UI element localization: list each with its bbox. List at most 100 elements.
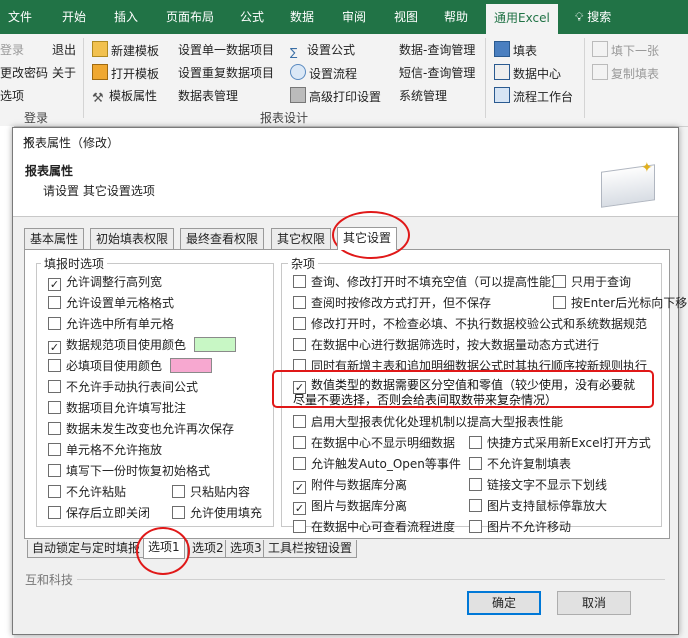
fill-form-button[interactable]: 填表 [494,41,537,59]
misc-option[interactable]: 查询、修改打开时不填充空值（可以提高性能） [293,274,563,290]
login-button[interactable]: 登录 [0,41,24,58]
checkbox[interactable] [48,401,61,414]
fill-option[interactable]: 必填项目使用颜色 [48,358,213,374]
fill-option[interactable]: ✓ 数据规范项目使用颜色 [48,337,237,354]
checkbox[interactable] [469,520,482,533]
misc-option[interactable]: 修改打开时，不检查必填、不执行数据校验公式和系统数据规范 [293,316,647,332]
checkbox[interactable]: ✓ [48,278,61,291]
open-template-button[interactable]: 打开模板 [92,64,159,82]
tab-toolbar-buttons[interactable]: 工具栏按钮设置 [263,540,358,558]
tab-file[interactable]: 文件 [8,0,32,34]
checkbox[interactable] [293,520,306,533]
tab-other-permission[interactable]: 其它权限 [271,228,332,249]
checkbox[interactable] [469,436,482,449]
tab-page-layout[interactable]: 页面布局 [166,0,214,34]
checkbox[interactable] [293,296,306,309]
set-flow-button[interactable]: 设置流程 [290,64,357,82]
checkbox[interactable] [172,485,185,498]
fill-option[interactable]: 数据项目允许填写批注 [48,400,186,416]
misc-option[interactable]: 按Enter后光标向下移动 [553,295,688,311]
tab-data[interactable]: 数据 [290,0,314,34]
tab-view[interactable]: 视图 [394,0,418,34]
misc-option[interactable]: 快捷方式采用新Excel打开方式 [469,435,651,451]
tab-option1[interactable]: 选项1 [143,539,185,559]
checkbox[interactable] [469,457,482,470]
cancel-button[interactable]: 取消 [557,591,631,615]
fill-option[interactable]: 单元格不允许拖放 [48,442,162,458]
misc-option[interactable]: ✓ 图片与数据库分离 [293,498,407,515]
checkbox[interactable] [293,275,306,288]
template-properties-button[interactable]: ⚒ 模板属性 [92,87,157,106]
system-manage-button[interactable]: 系统管理 [399,87,447,104]
tab-formulas[interactable]: 公式 [240,0,264,34]
checkbox[interactable] [172,506,185,519]
copy-fill-button[interactable]: 复制填表 [592,64,659,82]
tab-option2[interactable]: 选项2 [187,540,229,558]
checkbox[interactable] [48,380,61,393]
misc-option[interactable]: 不允许复制填表 [469,456,571,472]
ok-button[interactable]: 确定 [467,591,541,615]
checkbox[interactable] [48,464,61,477]
fill-option[interactable]: 数据未发生改变也允许再次保存 [48,421,234,437]
fill-option[interactable]: 允许使用填充 [172,505,262,521]
fill-option[interactable]: 不允许手动执行表间公式 [48,379,198,395]
fill-next-button[interactable]: 填下一张 [592,41,659,59]
tab-insert[interactable]: 插入 [114,0,138,34]
data-query-manage-button[interactable]: 数据-查询管理 [399,41,475,58]
data-center-button[interactable]: 数据中心 [494,64,561,82]
checkbox[interactable] [553,275,566,288]
checkbox[interactable] [553,296,566,309]
close-icon[interactable]: ✕ [23,134,33,148]
workflow-bench-button[interactable]: 流程工作台 [494,87,573,105]
sms-query-manage-button[interactable]: 短信-查询管理 [399,64,475,81]
checkbox[interactable] [48,443,61,456]
tab-help[interactable]: 帮助 [444,0,468,34]
checkbox[interactable] [293,317,306,330]
set-formula-button[interactable]: ∑ 设置公式 [290,41,355,60]
tab-initial-fill-permission[interactable]: 初始填表权限 [90,228,175,249]
fill-option[interactable]: 只粘贴内容 [172,484,250,500]
checkbox[interactable] [293,338,306,351]
fill-option[interactable]: 保存后立即关闭 [48,505,150,521]
misc-option[interactable]: 图片支持鼠标停靠放大 [469,498,607,514]
tab-home[interactable]: 开始 [62,0,86,34]
checkbox[interactable]: ✓ [48,341,61,354]
checkbox[interactable] [48,485,61,498]
misc-option[interactable]: 在数据中心进行数据筛选时，按大数据量动态方式进行 [293,337,599,353]
misc-option[interactable]: ✓ 附件与数据库分离 [293,477,407,494]
required-color-swatch[interactable] [170,358,213,373]
checkbox[interactable] [48,317,61,330]
fill-option[interactable]: 允许设置单元格格式 [48,295,174,311]
set-single-data-item-button[interactable]: 设置单一数据项目 [178,41,274,58]
set-repeat-data-item-button[interactable]: 设置重复数据项目 [178,64,274,81]
options-button[interactable]: 选项 [0,87,24,104]
tab-final-view-permission[interactable]: 最终查看权限 [180,228,265,249]
misc-option[interactable]: 在数据中心不显示明细数据 [293,435,455,451]
misc-option[interactable]: 图片不允许移动 [469,519,571,535]
misc-option[interactable]: 只用于查询 [553,274,631,290]
new-template-button[interactable]: 新建模板 [92,41,159,59]
tab-other-settings[interactable]: 其它设置 [337,227,398,250]
checkbox[interactable] [48,359,61,372]
misc-option[interactable]: 链接文字不显示下划线 [469,477,607,493]
tab-review[interactable]: 审阅 [342,0,366,34]
advanced-print-button[interactable]: 高级打印设置 [290,87,381,105]
checkbox[interactable] [469,499,482,512]
misc-option[interactable]: 查阅时按修改方式打开，但不保存 [293,295,491,311]
tab-basic[interactable]: 基本属性 [24,228,85,249]
fill-option[interactable]: 允许选中所有单元格 [48,316,174,332]
checkbox[interactable]: ✓ [293,481,306,494]
fill-option[interactable]: ✓ 允许调整行高列宽 [48,274,162,291]
logout-button[interactable]: 退出 [52,41,76,58]
fill-option[interactable]: 填写下一份时恢复初始格式 [48,463,210,479]
misc-option[interactable]: 在数据中心可查看流程进度 [293,519,455,535]
checkbox[interactable] [293,457,306,470]
misc-option[interactable]: 允许触发Auto_Open等事件 [293,456,461,472]
checkbox[interactable] [48,296,61,309]
fill-option[interactable]: 不允许粘贴 [48,484,126,500]
checkbox[interactable] [293,415,306,428]
data-table-manage-button[interactable]: 数据表管理 [178,87,238,104]
tab-auto-lock[interactable]: 自动锁定与定时填报 [27,540,146,558]
checkbox[interactable] [48,506,61,519]
change-password-button[interactable]: 更改密码 [0,64,48,81]
